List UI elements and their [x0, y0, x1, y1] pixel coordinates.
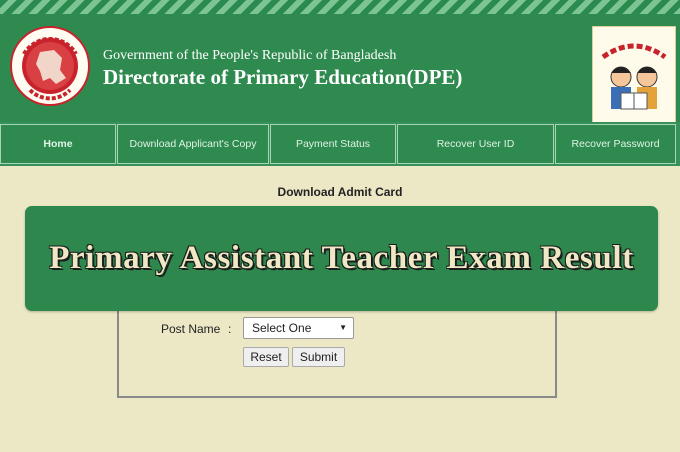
nav-payment-status[interactable]: Payment Status	[270, 124, 396, 164]
reset-button[interactable]: Reset	[243, 347, 289, 367]
nav-home[interactable]: Home	[0, 124, 116, 164]
submit-button[interactable]: Submit	[292, 347, 345, 367]
nav-download-applicants-copy[interactable]: Download Applicant's Copy	[117, 124, 269, 164]
chevron-down-icon: ▼	[339, 323, 347, 332]
bangladesh-government-seal-icon	[10, 26, 90, 106]
main-navigation: Home Download Applicant's Copy Payment S…	[0, 122, 680, 166]
header-top-stripe	[0, 0, 680, 14]
exam-result-banner: Primary Assistant Teacher Exam Result	[25, 206, 658, 311]
post-name-select[interactable]: Select One ▼	[243, 317, 354, 339]
primary-education-logo-icon	[601, 43, 667, 110]
label-separator: :	[228, 322, 232, 336]
primary-education-logo	[592, 26, 676, 124]
nav-recover-user-id[interactable]: Recover User ID	[397, 124, 554, 164]
government-line: Government of the People's Republic of B…	[103, 48, 397, 63]
page-title: Directorate of Primary Education(DPE)	[103, 65, 463, 89]
section-title: Download Admit Card	[277, 185, 403, 199]
nav-recover-password[interactable]: Recover Password	[555, 124, 676, 164]
post-name-label: Post Name	[161, 322, 221, 336]
post-name-select-value: Select One	[252, 321, 312, 335]
site-header: Government of the People's Republic of B…	[0, 14, 680, 124]
banner-text: Primary Assistant Teacher Exam Result	[49, 240, 634, 276]
